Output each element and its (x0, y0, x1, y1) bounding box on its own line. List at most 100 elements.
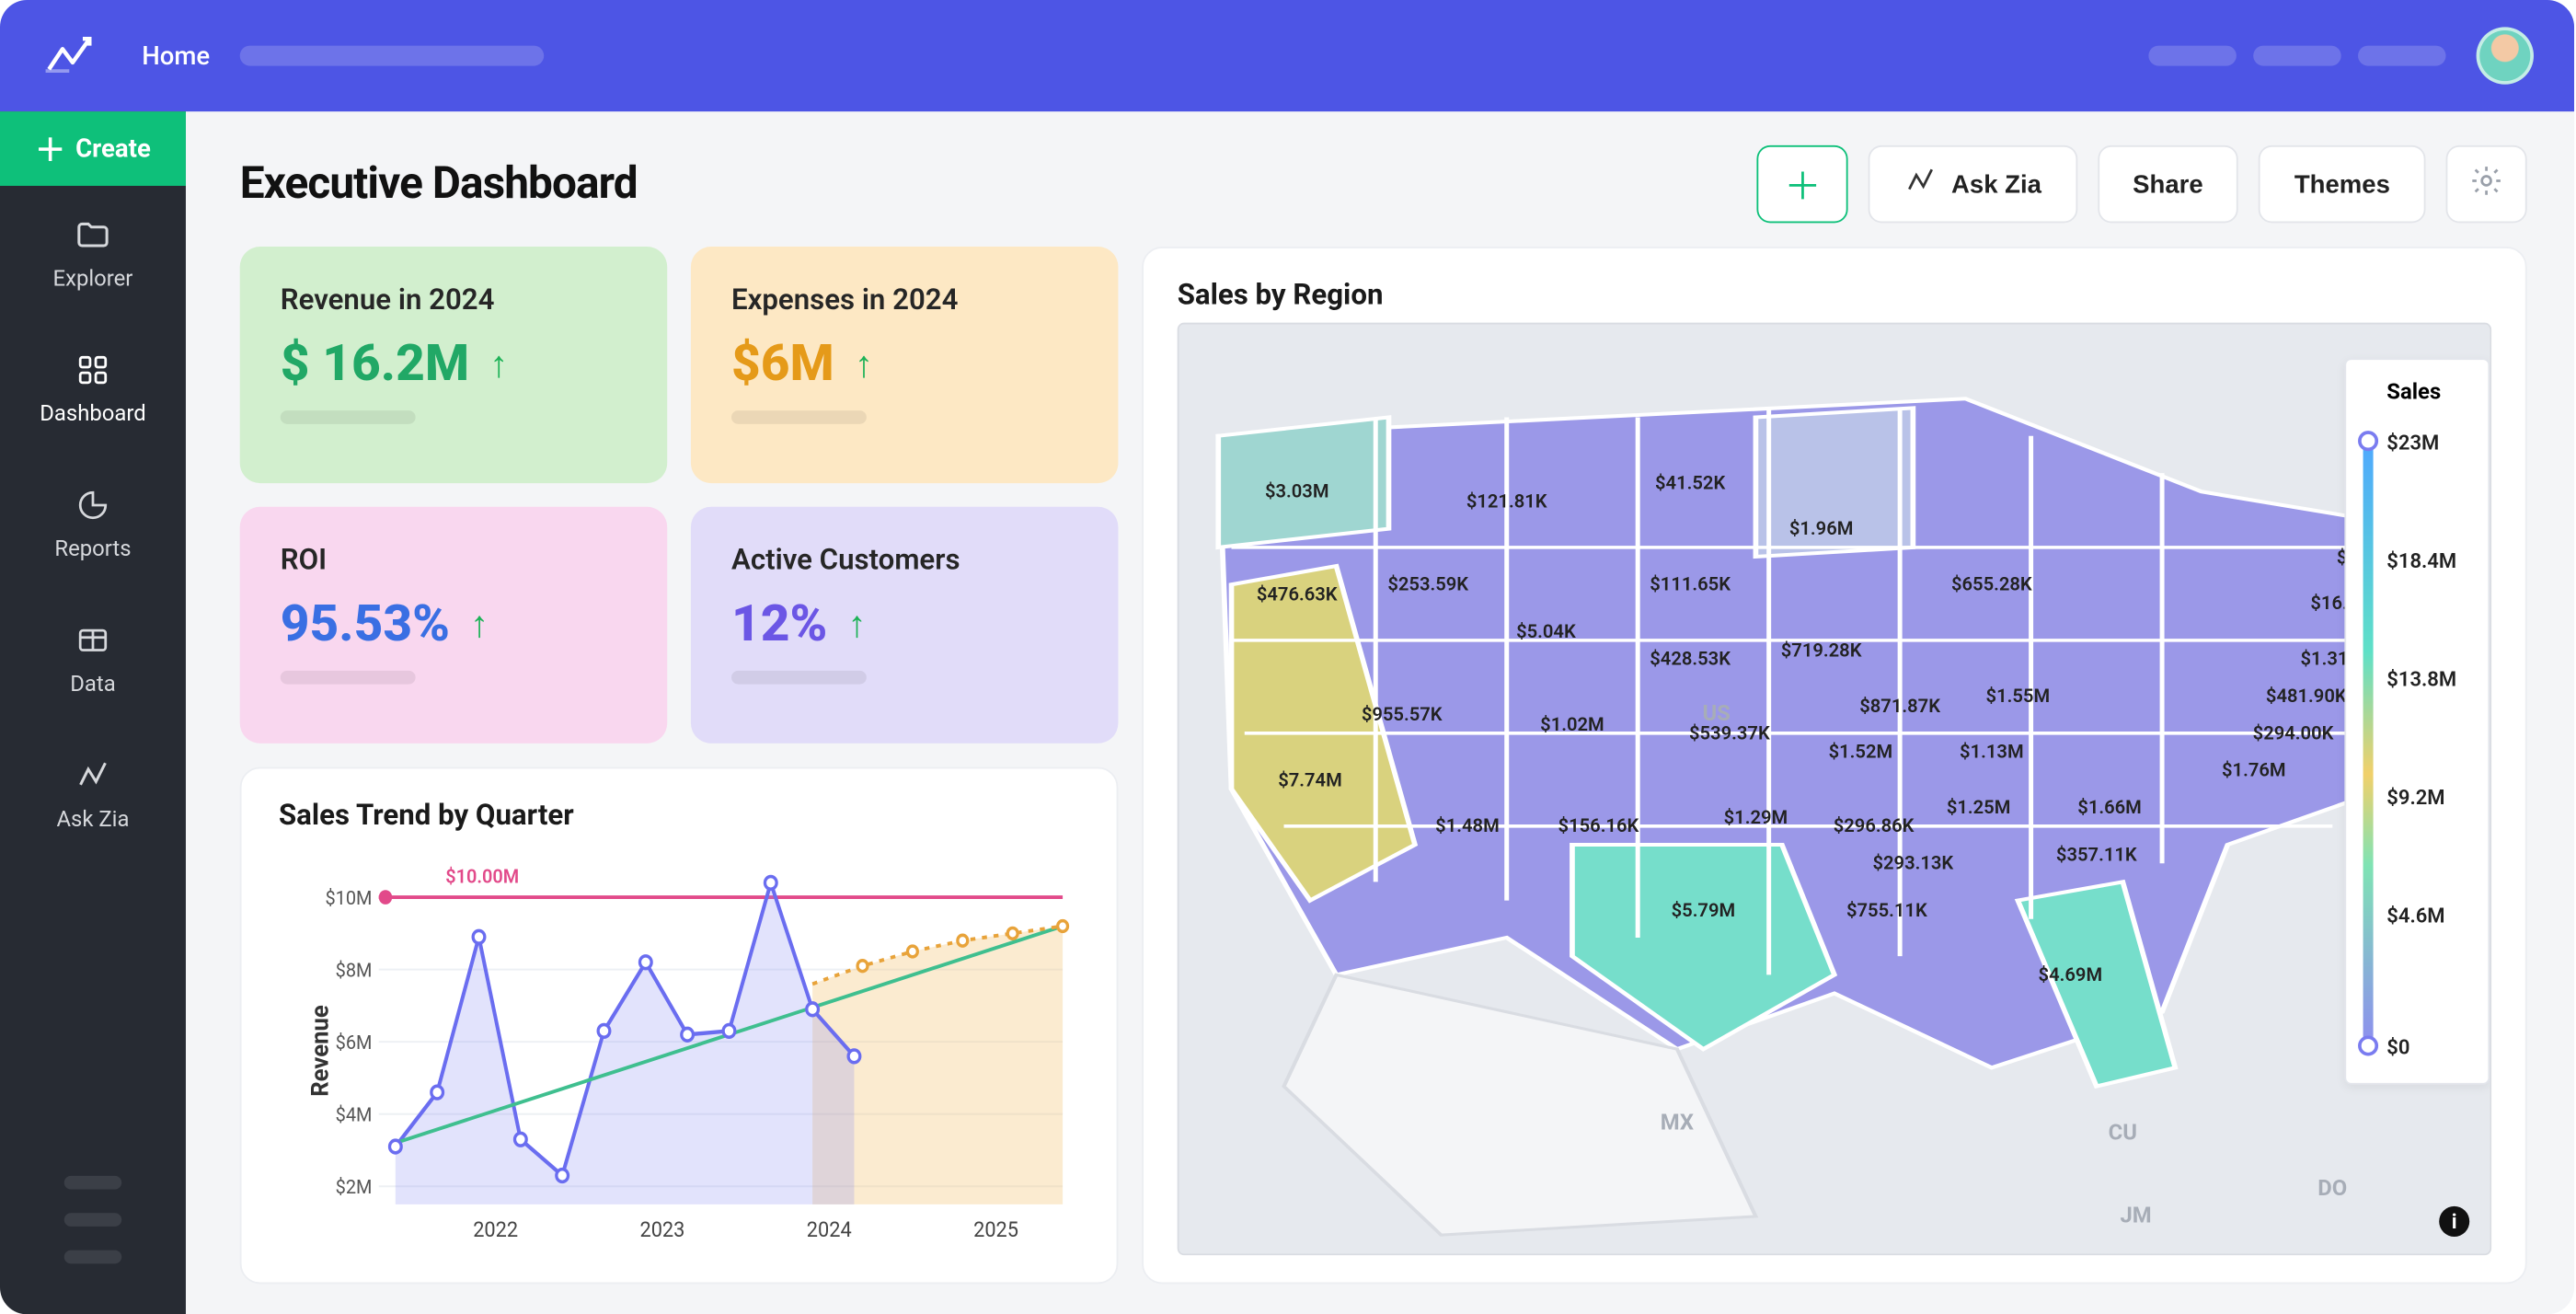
avatar[interactable] (2477, 27, 2534, 84)
map-value-label: $7.74M (1278, 768, 1342, 790)
gear-icon (2469, 164, 2503, 204)
kpi-active-customers[interactable]: Active Customers 12% ↑ (691, 507, 1119, 743)
legend-title: Sales (2386, 380, 2474, 406)
sales-by-region-card[interactable]: Sales by Region (1142, 247, 2527, 1284)
sidebar-item-label: Ask Zia (56, 807, 129, 833)
svg-text:2024: 2024 (807, 1216, 852, 1242)
topbar: Home (0, 0, 2574, 111)
settings-button[interactable] (2446, 145, 2527, 223)
kpi-value: $ 16.2M (281, 335, 469, 394)
card-title: Sales by Region (1178, 279, 2491, 313)
map-value-label: $1.29M (1724, 806, 1788, 828)
map-value-label: $1.25M (1947, 797, 2011, 819)
country-label-cu: CU (2109, 1120, 2137, 1146)
arrow-up-icon: ↑ (847, 603, 866, 647)
map-value-label: $871.87K (1859, 695, 1940, 717)
map-value-label: $5.04K (1516, 620, 1576, 642)
kpi-expenses[interactable]: Expenses in 2024 $6M ↑ (691, 247, 1119, 483)
plus-icon: ＋ (35, 127, 65, 171)
left-column: Revenue in 2024 $ 16.2M ↑ Expenses in 20… (240, 247, 1119, 1284)
nav-placeholder (240, 46, 544, 66)
arrow-up-icon: ↑ (855, 342, 873, 386)
chart-area: Revenue (279, 843, 1079, 1259)
map-value-label: $3.03M (1265, 480, 1329, 502)
sidebar-item-dashboard[interactable]: Dashboard (0, 321, 186, 456)
main: Executive Dashboard ＋ Ask Zia Share Them… (186, 111, 2574, 1314)
sidebar-item-explorer[interactable]: Explorer (0, 186, 186, 321)
svg-text:$4M: $4M (336, 1104, 373, 1127)
create-button[interactable]: ＋ Create (0, 111, 186, 186)
sidebar-item-label: Data (70, 672, 115, 697)
svg-text:$8M: $8M (336, 960, 373, 983)
svg-text:$10.00M: $10.00M (445, 866, 519, 889)
map-value-label: $1.13M (1960, 741, 2024, 763)
svg-text:2023: 2023 (640, 1216, 685, 1242)
map-value-label: $121.81K (1466, 490, 1547, 512)
country-label-mx: MX (1661, 1111, 1694, 1136)
map-value-label: $4.69M (2039, 963, 2103, 986)
map-value-label: $111.65K (1650, 573, 1731, 595)
add-widget-button[interactable]: ＋ (1757, 145, 1848, 223)
svg-text:$10M: $10M (325, 887, 372, 910)
sales-trend-card[interactable]: Sales Trend by Quarter Revenue (240, 767, 1119, 1285)
folder-icon (75, 215, 111, 252)
svg-text:$2M: $2M (336, 1176, 373, 1199)
home-link[interactable]: Home (142, 40, 210, 71)
themes-label: Themes (2294, 170, 2390, 199)
kpi-sparkline (731, 410, 867, 424)
sidebar-item-label: Dashboard (40, 401, 145, 427)
sidebar-item-reports[interactable]: Reports (0, 456, 186, 592)
sidebar: ＋ Create Explorer Dashboard Reports (0, 111, 186, 1314)
kpi-value: 95.53% (281, 594, 450, 653)
map-value-label: $253.59K (1387, 573, 1468, 595)
create-label: Create (75, 133, 151, 164)
card-title: Sales Trend by Quarter (279, 799, 1079, 833)
map-value-label: $428.53K (1650, 648, 1731, 670)
map-value-label: $1.48M (1435, 815, 1500, 837)
kpi-label: Expenses in 2024 (731, 283, 1077, 317)
country-label-us: US (1702, 702, 1730, 728)
main-header: Executive Dashboard ＋ Ask Zia Share Them… (240, 145, 2527, 223)
app-window: Home ＋ Create Explorer Das (0, 0, 2574, 1314)
ask-zia-button[interactable]: Ask Zia (1869, 145, 2076, 223)
svg-text:$6M: $6M (336, 1032, 373, 1055)
kpi-label: ROI (281, 544, 627, 578)
ai-icon (75, 756, 111, 793)
sidebar-item-data[interactable]: Data (0, 592, 186, 727)
country-label-jm: JM (2120, 1204, 2151, 1229)
sidebar-item-askzia[interactable]: Ask Zia (0, 726, 186, 861)
share-label: Share (2133, 170, 2203, 199)
app-logo-icon[interactable] (40, 27, 98, 84)
kpi-sparkline (281, 671, 416, 685)
svg-text:2022: 2022 (473, 1216, 518, 1242)
info-icon[interactable]: i (2439, 1206, 2469, 1237)
map-canvas[interactable]: $3.03M$121.81K$41.52K$1.96M$476.63K$253.… (1178, 323, 2491, 1255)
kpi-sparkline (731, 671, 867, 685)
kpi-roi[interactable]: ROI 95.53% ↑ (240, 507, 668, 743)
map-value-label: $1.55M (1986, 685, 2051, 707)
nav-placeholder (2253, 46, 2340, 66)
nav-placeholder (2148, 46, 2236, 66)
ask-zia-label: Ask Zia (1951, 170, 2041, 199)
nav-placeholder (2358, 46, 2445, 66)
map-value-label: $5.79M (1672, 899, 1736, 921)
grid-icon (75, 351, 111, 387)
map-value-label: $1.02M (1540, 713, 1604, 735)
map-value-label: $719.28K (1781, 639, 1862, 661)
map-value-label: $293.13K (1872, 852, 1953, 874)
map-value-label: $41.52K (1655, 471, 1725, 493)
kpi-value: $6M (731, 335, 834, 394)
kpi-revenue[interactable]: Revenue in 2024 $ 16.2M ↑ (240, 247, 668, 483)
map-value-label: $1.96M (1789, 518, 1854, 540)
arrow-up-icon: ↑ (489, 342, 508, 386)
map-value-label: $955.57K (1362, 704, 1443, 726)
map-value-label: $357.11K (2056, 843, 2137, 865)
map-value-label: $296.86K (1834, 815, 1915, 837)
map-value-label: $1.76M (2222, 759, 2286, 781)
kpi-label: Active Customers (731, 544, 1077, 578)
country-label-do: DO (2317, 1176, 2347, 1202)
share-button[interactable]: Share (2098, 145, 2239, 223)
themes-button[interactable]: Themes (2259, 145, 2425, 223)
map-value-label: $294.00K (2253, 722, 2334, 744)
svg-text:2025: 2025 (973, 1216, 1018, 1242)
